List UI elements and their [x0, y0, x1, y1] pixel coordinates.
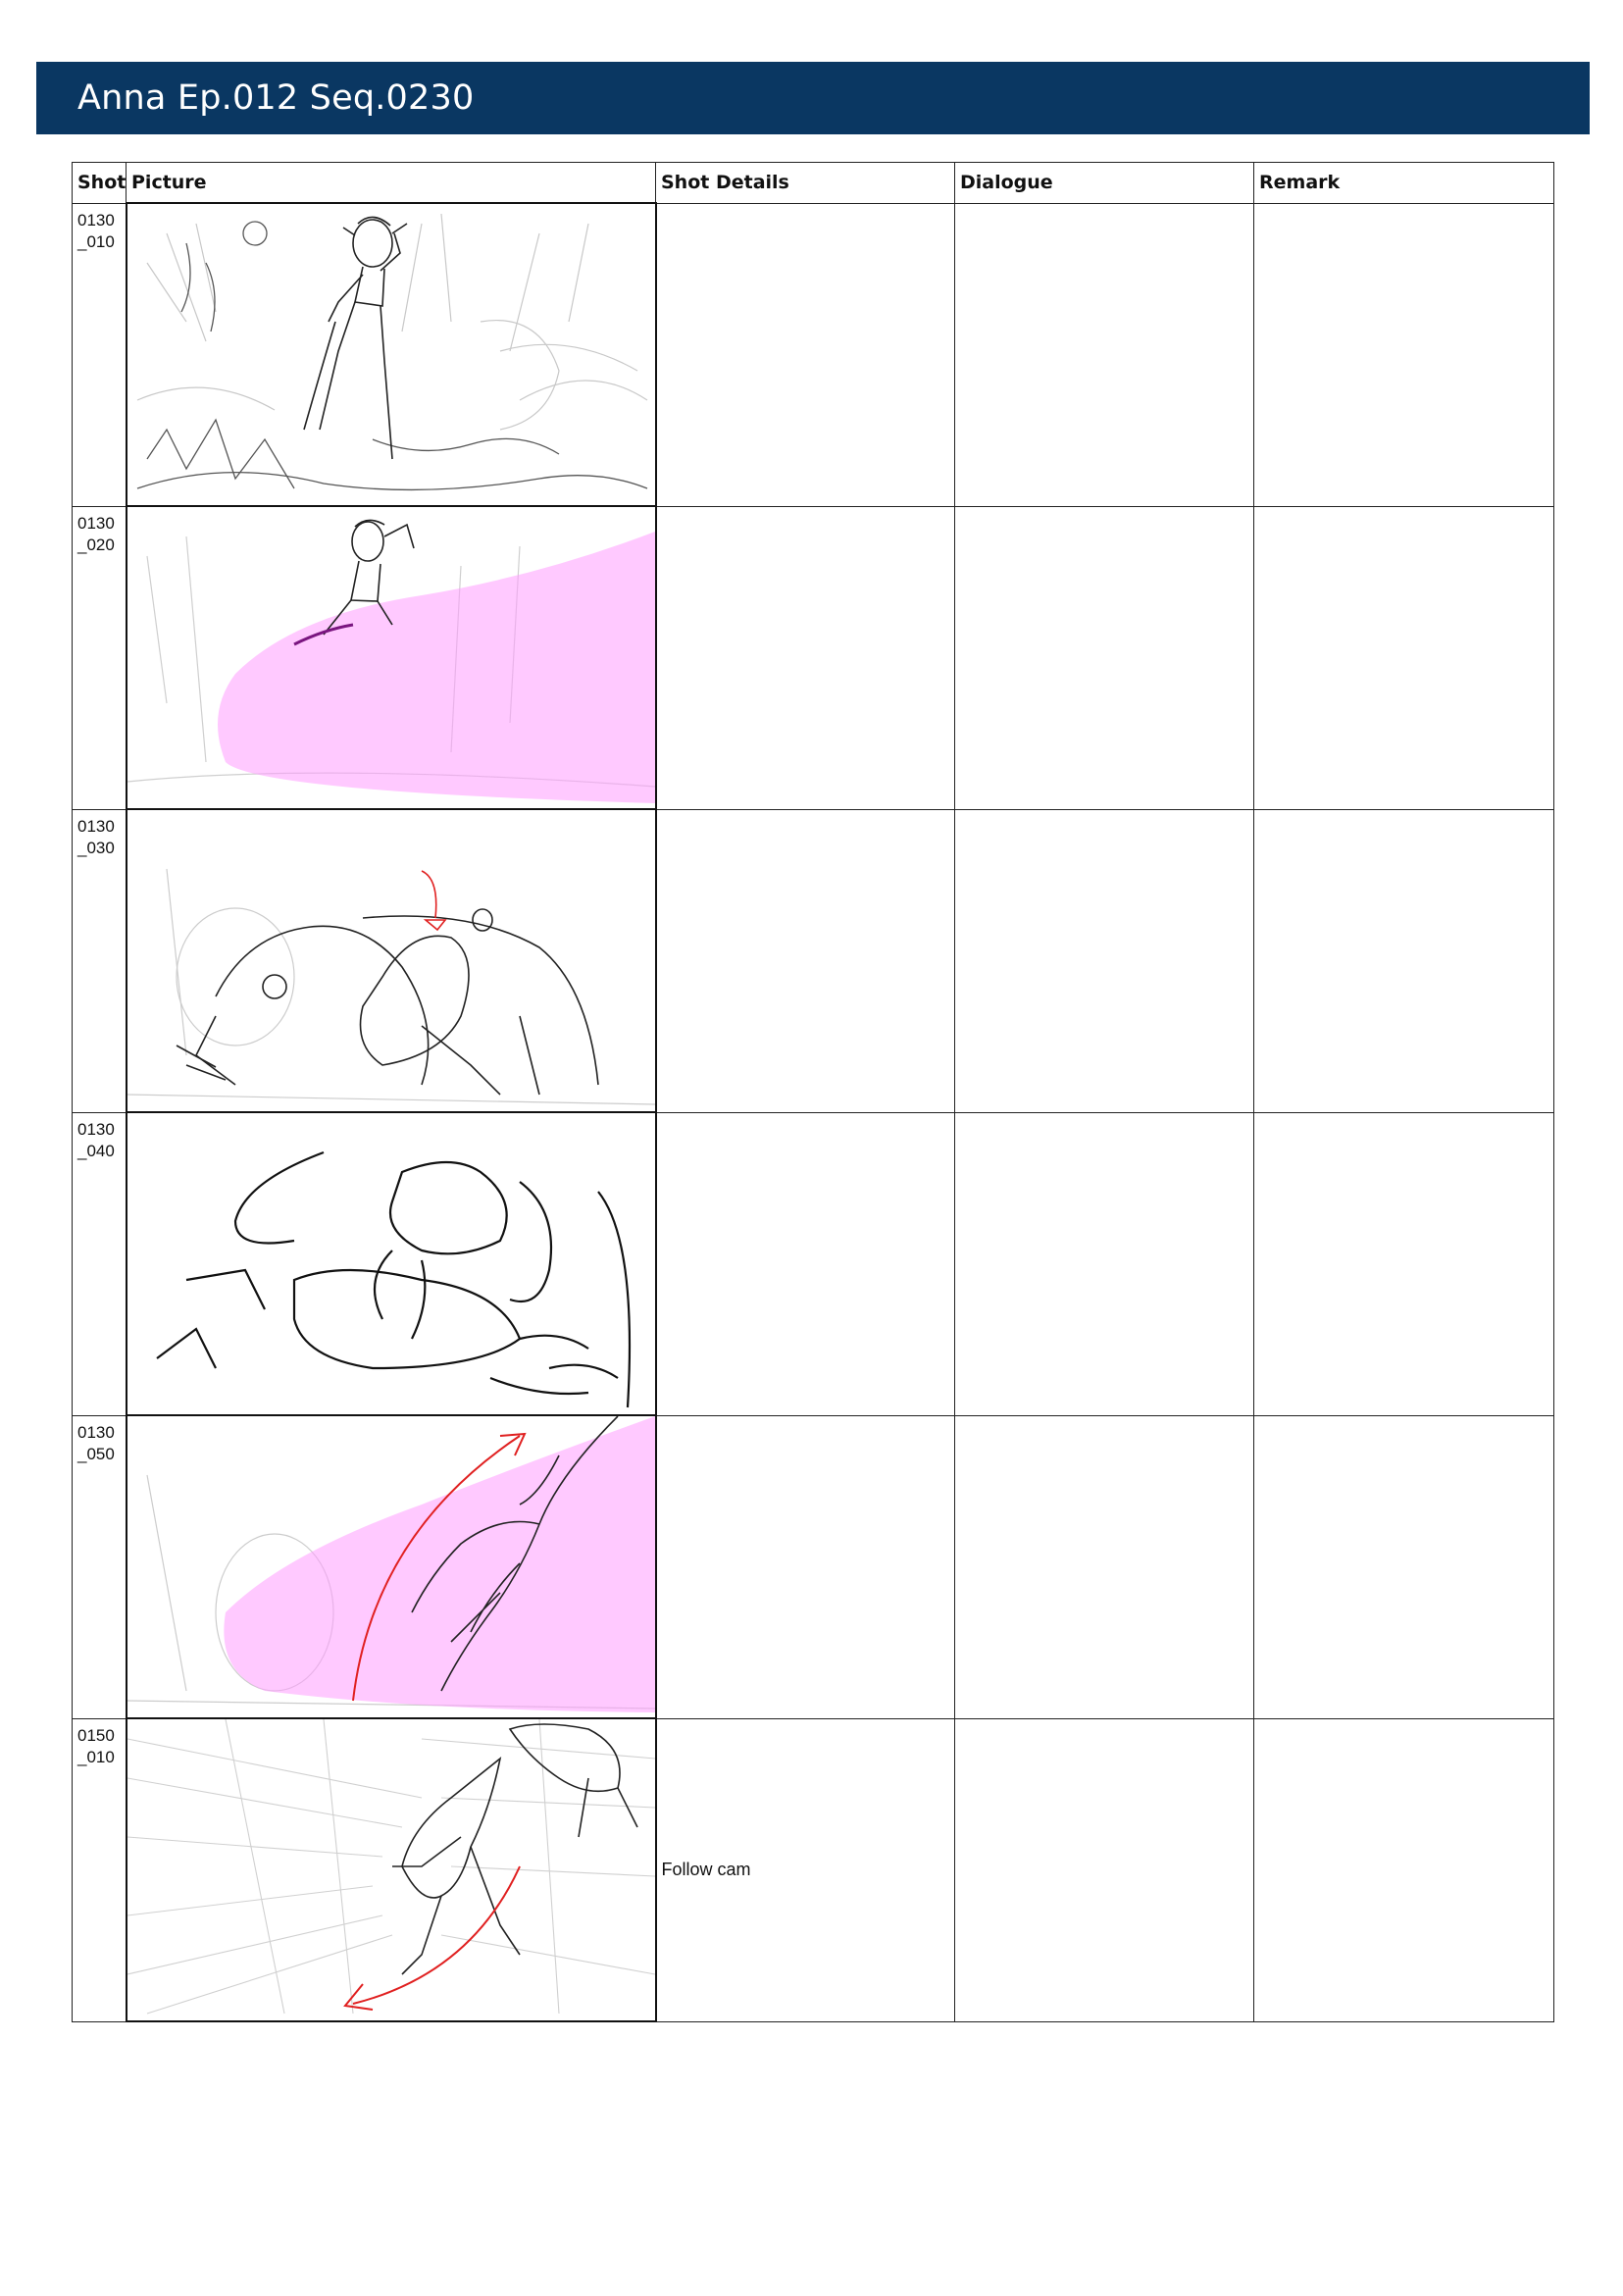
shot-suffix: _050 [77, 1444, 115, 1463]
shot-number-cell: 0130 _050 [72, 1414, 127, 1719]
storyboard-panel [125, 1414, 657, 1719]
sketch-creature-closeup [155, 1150, 631, 1408]
sketch-pink-beam [127, 519, 654, 803]
remark-cell [1253, 1111, 1554, 1416]
dialogue-cell [954, 1111, 1254, 1416]
dialogue-cell [954, 505, 1254, 810]
column-header-shot: Shot [72, 162, 127, 204]
shot-number: 0130 [77, 513, 115, 533]
remark-cell [1253, 1717, 1554, 2022]
shot-suffix: _010 [77, 231, 115, 251]
storyboard-panel [125, 808, 657, 1113]
sketch-pink-beam-hand [127, 1417, 654, 1712]
sketch-follow-cam [127, 1720, 654, 2015]
column-header-picture: Picture [126, 162, 656, 204]
shot-number: 0130 [77, 210, 115, 230]
shot-details-cell: Follow cam [655, 1717, 955, 2022]
column-header-remark: Remark [1253, 162, 1554, 204]
shot-number: 0130 [77, 816, 115, 836]
storyboard-panel [125, 1111, 657, 1416]
shot-details-cell [655, 808, 955, 1113]
shot-details-cell [655, 1111, 955, 1416]
column-header-shot-details: Shot Details [655, 162, 955, 204]
remark-cell [1253, 1414, 1554, 1719]
shot-suffix: _010 [77, 1747, 115, 1766]
shot-number: 0130 [77, 1119, 115, 1139]
shot-suffix: _020 [77, 535, 115, 554]
shot-details-cell [655, 505, 955, 810]
storyboard-table: Shot Picture Shot Details Dialogue Remar… [72, 162, 1554, 2022]
shot-number-cell: 0150 _010 [72, 1717, 127, 2022]
table-row: 0130 _050 [72, 1414, 1554, 1719]
shot-details-cell [655, 1414, 955, 1719]
remark-cell [1253, 808, 1554, 1113]
remark-cell [1253, 202, 1554, 507]
storyboard-panel [125, 1717, 657, 2022]
table-row: 0130 _010 [72, 202, 1554, 507]
dialogue-cell [954, 202, 1254, 507]
storyboard-panel [125, 202, 657, 507]
shot-number-cell: 0130 _030 [72, 808, 127, 1113]
table-row: 0130 _040 [72, 1111, 1554, 1416]
remark-cell [1253, 505, 1554, 810]
shot-number-cell: 0130 _020 [72, 505, 127, 810]
shot-number-cell: 0130 _010 [72, 202, 127, 507]
dialogue-cell [954, 808, 1254, 1113]
dialogue-cell [954, 1414, 1254, 1719]
storyboard-panel [125, 505, 657, 810]
header-row: Shot Picture Shot Details Dialogue Remar… [72, 162, 1554, 204]
sketch-girl-standing [136, 213, 647, 491]
shot-number-cell: 0130 _040 [72, 1111, 127, 1416]
dialogue-cell [954, 1717, 1254, 2022]
page-title: Anna Ep.012 Seq.0230 [77, 78, 475, 118]
shot-details-cell [655, 202, 955, 507]
shot-suffix: _040 [77, 1141, 115, 1160]
table-row: 0130 _030 [72, 808, 1554, 1113]
shot-number: 0150 [77, 1725, 115, 1745]
table-row: 0130 _020 [72, 505, 1554, 810]
shot-number: 0130 [77, 1422, 115, 1442]
sketch-creature-crouch [127, 868, 654, 1105]
table-row: 0150 _010 Follow cam [72, 1717, 1554, 2022]
shot-suffix: _030 [77, 838, 115, 857]
column-header-dialogue: Dialogue [954, 162, 1254, 204]
title-bar: Anna Ep.012 Seq.0230 [36, 62, 1590, 134]
